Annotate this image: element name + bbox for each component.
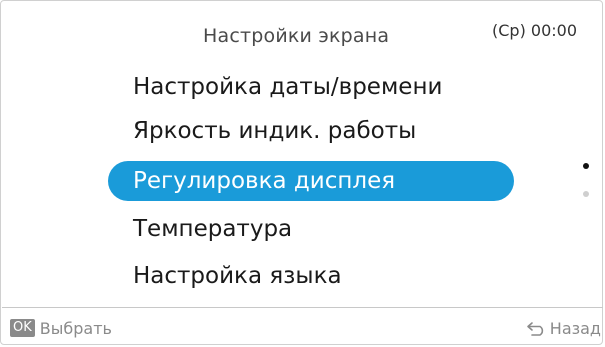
back-button[interactable]: Назад — [526, 318, 601, 338]
back-arrow-icon — [526, 322, 543, 336]
page-title: Настройки экрана — [203, 25, 390, 47]
menu-item-temperature[interactable]: Температура — [108, 209, 514, 249]
select-button[interactable]: OK Выбрать — [10, 318, 112, 338]
ok-icon: OK — [10, 319, 35, 337]
footer-divider — [2, 307, 603, 308]
clock-display: (Ср) 00:00 — [492, 21, 578, 40]
select-label: Выбрать — [39, 318, 112, 338]
menu-item-language[interactable]: Настройка языка — [108, 256, 514, 296]
page-dot-inactive — [583, 191, 589, 197]
menu-item-date-time[interactable]: Настройка даты/времени — [108, 67, 514, 107]
page-indicator — [582, 161, 590, 201]
settings-screen: Настройки экрана (Ср) 00:00 Настройка да… — [0, 0, 605, 347]
menu-item-display-adjustment[interactable]: Регулировка дисплея — [108, 161, 514, 201]
back-label: Назад — [549, 318, 601, 338]
page-dot-active — [583, 163, 589, 169]
menu-item-indicator-brightness[interactable]: Яркость индик. работы — [108, 111, 514, 151]
